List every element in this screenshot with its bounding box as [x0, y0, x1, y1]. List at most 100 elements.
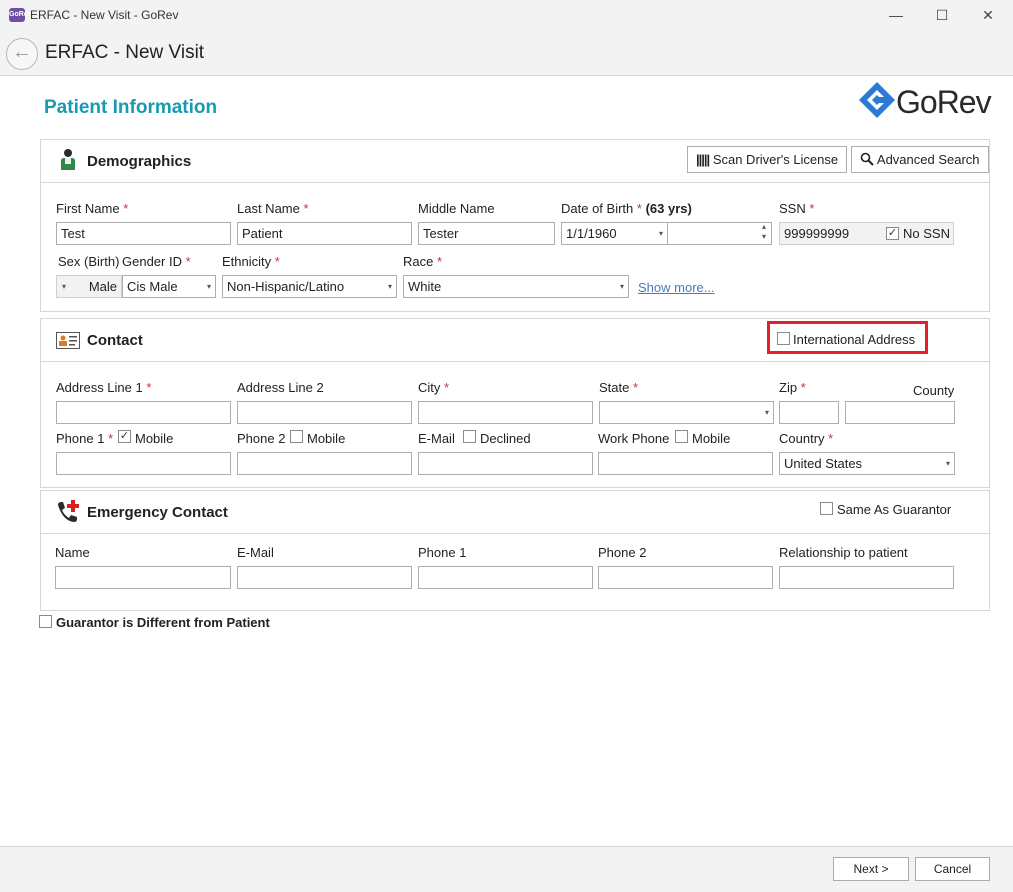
phone-1-label: Phone 1 *	[56, 431, 114, 446]
gorev-logo-text: GoRev	[896, 84, 992, 120]
next-button[interactable]: Next >	[833, 857, 909, 881]
guarantor-different-label: Guarantor is Different from Patient	[56, 615, 270, 630]
work-phone-mobile-checkbox[interactable]	[675, 430, 688, 443]
scan-drivers-license-button[interactable]: ||||| Scan Driver's License	[687, 146, 848, 173]
spin-down-icon[interactable]: ▾	[762, 232, 766, 241]
demographics-divider	[40, 182, 990, 183]
first-name-input[interactable]: Test	[56, 222, 231, 245]
ssn-label: SSN *	[779, 201, 815, 216]
sex-birth-label: Sex (Birth)	[58, 254, 120, 269]
race-label: Race *	[403, 254, 443, 269]
county-label: County	[913, 383, 955, 398]
dropdown-arrow-icon: ▾	[387, 282, 392, 291]
phone-2-input[interactable]	[237, 452, 412, 475]
emergency-contact-divider	[40, 533, 990, 534]
emergency-phone-2-input[interactable]	[598, 566, 773, 589]
phone-2-label: Phone 2	[237, 431, 286, 446]
international-address-checkbox[interactable]	[777, 332, 790, 345]
race-dropdown[interactable]: White ▾	[403, 275, 629, 298]
emergency-phone-2-label: Phone 2	[598, 545, 647, 560]
person-icon	[61, 149, 75, 170]
country-label: Country *	[779, 431, 834, 446]
email-input[interactable]	[418, 452, 593, 475]
dob-time-spinner[interactable]: ▴ ▾	[667, 222, 772, 245]
check-icon: ✓	[119, 430, 130, 442]
international-address-label: International Address	[793, 332, 916, 347]
relationship-input[interactable]	[779, 566, 954, 589]
contact-title: Contact	[87, 332, 143, 349]
barcode-icon: |||||	[696, 152, 710, 167]
app-icon: GoRev	[9, 8, 32, 22]
emergency-phone-1-label: Phone 1	[418, 545, 467, 560]
address-line-2-input[interactable]	[237, 401, 412, 424]
dob-label: Date of Birth * (63 yrs)	[561, 201, 692, 216]
guarantor-different-checkbox[interactable]	[39, 615, 52, 628]
sex-birth-dropdown[interactable]: ▾ Male	[56, 275, 122, 298]
zip-input[interactable]	[779, 401, 839, 424]
state-label: State *	[599, 380, 639, 395]
back-button[interactable]: ←	[6, 38, 38, 70]
emergency-email-input[interactable]	[237, 566, 412, 589]
emergency-name-label: Name	[55, 545, 90, 560]
address-line-1-input[interactable]	[56, 401, 231, 424]
minimize-button[interactable]: —	[876, 4, 916, 26]
address-line-2-label: Address Line 2	[237, 380, 324, 395]
email-declined-checkbox[interactable]	[463, 430, 476, 443]
cancel-button[interactable]: Cancel	[915, 857, 990, 881]
ethnicity-dropdown[interactable]: Non-Hispanic/Latino ▾	[222, 275, 397, 298]
state-dropdown[interactable]: ▾	[599, 401, 774, 424]
phone-2-mobile-checkbox[interactable]	[290, 430, 303, 443]
last-name-label: Last Name *	[237, 201, 309, 216]
middle-name-label: Middle Name	[418, 201, 495, 216]
work-phone-input[interactable]	[598, 452, 773, 475]
gender-id-dropdown[interactable]: Cis Male ▾	[122, 275, 216, 298]
city-input[interactable]	[418, 401, 593, 424]
city-label: City *	[418, 380, 450, 395]
contact-card-icon	[56, 332, 80, 349]
close-button[interactable]: ✕	[968, 4, 1008, 26]
patient-information-heading: Patient Information	[44, 97, 218, 118]
maximize-button[interactable]: ☐	[922, 4, 962, 26]
email-label: E-Mail	[418, 431, 455, 446]
demographics-title: Demographics	[87, 153, 192, 170]
race-value: White	[408, 279, 442, 294]
emergency-phone-1-input[interactable]	[418, 566, 593, 589]
middle-name-input[interactable]: Tester	[418, 222, 555, 245]
gender-value: Cis Male	[127, 279, 178, 294]
phone-1-input[interactable]	[56, 452, 231, 475]
show-more-link[interactable]: Show more...	[638, 280, 715, 295]
advanced-search-button[interactable]: Advanced Search	[851, 146, 989, 173]
emergency-name-input[interactable]	[55, 566, 231, 589]
country-dropdown[interactable]: United States ▾	[779, 452, 955, 475]
zip-label: Zip *	[779, 380, 806, 395]
dob-value: 1/1/1960	[566, 226, 617, 241]
phone-2-mobile-label: Mobile	[307, 431, 346, 446]
address-line-1-label: Address Line 1 *	[56, 380, 152, 395]
phone-1-mobile-label: Mobile	[135, 431, 174, 446]
same-as-guarantor-label: Same As Guarantor	[837, 502, 952, 517]
check-icon: ✓	[887, 227, 898, 239]
emergency-phone-icon	[58, 500, 79, 522]
no-ssn-label: No SSN	[903, 226, 950, 241]
dob-date-picker[interactable]: 1/1/1960 ▾	[561, 222, 668, 245]
work-phone-mobile-label: Mobile	[692, 431, 731, 446]
phone-1-mobile-checkbox[interactable]: ✓	[118, 430, 131, 443]
same-as-guarantor-checkbox[interactable]	[820, 502, 833, 515]
dropdown-arrow-icon: ▾	[764, 408, 769, 417]
window-title: ERFAC - New Visit - GoRev	[30, 8, 179, 22]
dropdown-arrow-icon: ▾	[945, 459, 950, 468]
advanced-search-label: Advanced Search	[876, 152, 980, 167]
dropdown-arrow-icon: ▾	[658, 229, 663, 238]
spin-up-icon[interactable]: ▴	[762, 223, 766, 231]
work-phone-label: Work Phone	[598, 431, 670, 446]
country-value: United States	[784, 456, 863, 471]
county-input[interactable]	[845, 401, 955, 424]
no-ssn-checkbox[interactable]: ✓	[886, 227, 899, 240]
gender-id-label: Gender ID *	[122, 254, 191, 269]
relationship-label: Relationship to patient	[779, 545, 908, 560]
last-name-input[interactable]: Patient	[237, 222, 412, 245]
emergency-email-label: E-Mail	[237, 545, 274, 560]
emergency-contact-title: Emergency Contact	[87, 504, 228, 521]
page-title: ERFAC - New Visit	[45, 42, 205, 63]
sex-value: Male	[88, 279, 117, 294]
